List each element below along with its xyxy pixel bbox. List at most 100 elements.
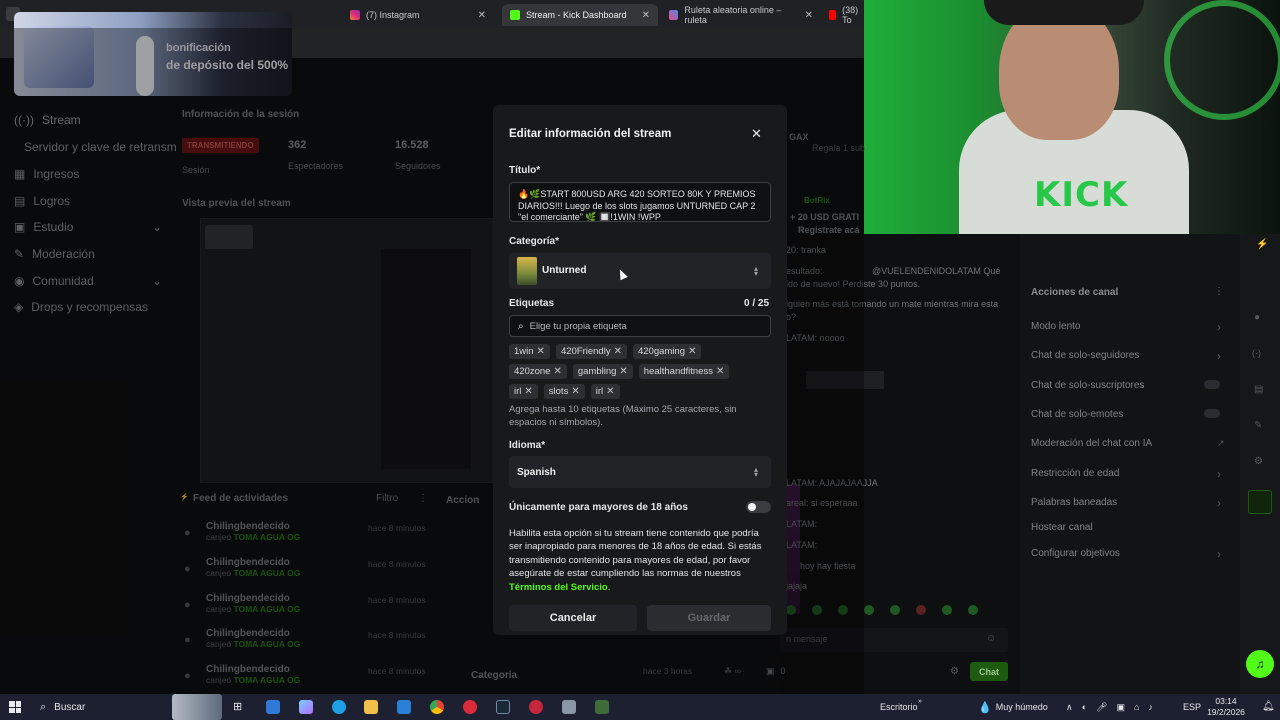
tag-label: irl bbox=[514, 386, 522, 397]
minecraft-icon[interactable] bbox=[595, 700, 609, 714]
steam-icon[interactable] bbox=[496, 700, 510, 714]
close-icon[interactable]: ✕ bbox=[478, 10, 486, 21]
store-icon[interactable] bbox=[397, 700, 411, 714]
close-icon[interactable]: ✕ bbox=[553, 366, 561, 377]
tag-chip[interactable]: 420gaming ✕ bbox=[632, 344, 702, 359]
broadcast-icon[interactable]: (·) bbox=[1252, 348, 1261, 358]
channel-action-ai-moderation[interactable]: Moderación del chat con IA bbox=[1031, 438, 1152, 449]
tab-kick-dashboard[interactable]: Stream - Kick Dashboard ✕ bbox=[502, 4, 658, 26]
calendar-icon[interactable]: ▤ bbox=[1254, 384, 1263, 395]
support-headset-icon[interactable]: ♫ bbox=[1246, 650, 1274, 678]
volume-icon: ♪ bbox=[1148, 702, 1153, 712]
emoji-icon[interactable]: ☺ bbox=[986, 633, 996, 644]
close-icon[interactable]: ✕ bbox=[751, 126, 762, 142]
close-icon[interactable]: ✕ bbox=[619, 366, 627, 377]
modal-title: Editar información del stream bbox=[509, 128, 672, 140]
close-icon[interactable]: ✕ bbox=[688, 346, 696, 357]
close-icon[interactable]: ✕ bbox=[537, 346, 545, 357]
file-explorer-icon[interactable] bbox=[364, 700, 378, 714]
copilot-icon[interactable] bbox=[299, 700, 313, 714]
instagram-icon bbox=[350, 10, 360, 20]
chat-send-button[interactable]: Chat bbox=[970, 662, 1008, 681]
chevron-updown-icon: ▴ ▾ bbox=[754, 264, 759, 278]
widgets-icon[interactable] bbox=[266, 700, 280, 714]
category-value: Unturned bbox=[542, 265, 587, 276]
chrome-icon[interactable] bbox=[430, 700, 444, 714]
weather-label: Muy húmedo bbox=[995, 702, 1048, 712]
tag-input-placeholder: Elige tu propia etiqueta bbox=[529, 320, 627, 332]
task-view-icon[interactable]: ⊞ bbox=[233, 700, 247, 714]
language-select[interactable]: Spanish ▴ ▾ bbox=[509, 456, 771, 488]
kick-shirt-logo: KICK bbox=[1034, 175, 1129, 215]
tab-ruleta[interactable]: Ruleta aleatoria online – ruleta ✕ bbox=[661, 4, 821, 26]
app-icon[interactable] bbox=[529, 700, 543, 714]
tag-chip[interactable]: irl ✕ bbox=[590, 384, 620, 399]
chevron-double-icon[interactable]: » bbox=[918, 688, 922, 714]
save-button[interactable]: Guardar bbox=[647, 605, 771, 631]
desktop-label[interactable]: Escritorio bbox=[880, 694, 918, 720]
category-select[interactable]: Unturned ▴ ▾ bbox=[509, 253, 771, 289]
grid-icon[interactable] bbox=[1248, 490, 1272, 514]
adult-only-toggle[interactable] bbox=[746, 501, 771, 513]
title-textarea[interactable]: 🔥🌿START 800USD ARG 420 SORTEO 80K Y PREM… bbox=[509, 182, 771, 222]
channel-action-banned-words[interactable]: Palabras baneadas bbox=[1031, 497, 1117, 508]
channel-action-label: Configurar objetivos bbox=[1031, 548, 1120, 559]
opera-icon[interactable] bbox=[463, 700, 477, 714]
channel-action-label: Restricción de edad bbox=[1031, 468, 1120, 479]
tags-help-text: Agrega hasta 10 etiquetas (Máximo 25 car… bbox=[509, 404, 737, 428]
wrench-icon[interactable]: ✎ bbox=[1254, 420, 1262, 431]
channel-action-emotes-only[interactable]: Chat de solo-emotes bbox=[1031, 409, 1123, 420]
tag-search-input[interactable]: ⌕ Elige tu propia etiqueta bbox=[509, 315, 771, 337]
windows-start-icon[interactable] bbox=[9, 701, 21, 713]
mic-icon: 🎤︎ bbox=[1096, 701, 1108, 712]
close-icon[interactable]: ✕ bbox=[524, 386, 532, 397]
close-icon[interactable]: ✕ bbox=[805, 10, 813, 21]
input-language[interactable]: ESP bbox=[1183, 694, 1201, 720]
channel-action-label: Modo lento bbox=[1031, 321, 1081, 332]
chat-bubble-icon[interactable]: ● bbox=[1254, 312, 1260, 323]
edge-icon[interactable] bbox=[332, 700, 346, 714]
tab-label: (7) Instagram bbox=[366, 10, 420, 20]
close-icon[interactable]: ✕ bbox=[716, 366, 724, 377]
toggle-emotes-only[interactable] bbox=[1204, 409, 1220, 418]
tag-chip[interactable]: gambling ✕ bbox=[572, 364, 633, 379]
channel-action-goals[interactable]: Configurar objetivos bbox=[1031, 548, 1120, 559]
cancel-button[interactable]: Cancelar bbox=[509, 605, 637, 631]
channel-action-age-restriction[interactable]: Restricción de edad bbox=[1031, 468, 1119, 479]
tag-chip[interactable]: healthandfitness ✕ bbox=[638, 364, 730, 379]
close-icon[interactable]: ✕ bbox=[642, 10, 650, 21]
tag-label: 1win bbox=[514, 346, 534, 357]
tab-youtube[interactable]: (38) To bbox=[821, 4, 870, 26]
channel-action-host[interactable]: Hostear canal bbox=[1031, 522, 1093, 533]
tab-instagram[interactable]: (7) Instagram ✕ bbox=[342, 4, 494, 26]
channel-action-label: Moderación del chat con IA bbox=[1031, 438, 1153, 449]
notifications-icon[interactable]: 🔔︎ bbox=[1262, 701, 1275, 712]
channel-action-label: Palabras baneadas bbox=[1031, 497, 1118, 508]
terms-link[interactable]: Términos del Servicio bbox=[509, 582, 608, 593]
chevron-updown-icon: ▴ ▾ bbox=[754, 465, 759, 479]
tag-chip[interactable]: 420Friendly ✕ bbox=[555, 344, 627, 359]
close-icon[interactable]: ✕ bbox=[571, 386, 579, 397]
toggle-subscribers-only[interactable] bbox=[1204, 380, 1220, 389]
chevron-right-icon: › bbox=[1217, 320, 1221, 334]
close-icon[interactable]: ✕ bbox=[606, 386, 614, 397]
channel-action-followers-only[interactable]: Chat de solo-seguidores bbox=[1031, 350, 1139, 361]
tag-chip[interactable]: 1win ✕ bbox=[509, 344, 550, 359]
channel-action-slow-mode[interactable]: Modo lento bbox=[1031, 321, 1080, 332]
gear-icon[interactable]: ⚙ bbox=[1254, 456, 1263, 467]
channel-action-subscribers-only[interactable]: Chat de solo-suscriptores bbox=[1031, 380, 1144, 391]
calculator-icon[interactable] bbox=[562, 700, 576, 714]
more-icon[interactable]: ⋮ bbox=[1214, 286, 1224, 297]
bolt-icon[interactable]: ⚡ bbox=[1256, 239, 1268, 250]
settings-gear-icon[interactable]: ⚙ bbox=[950, 666, 959, 677]
close-icon[interactable]: ✕ bbox=[614, 346, 622, 357]
weather-widget[interactable]: 💧 Muy húmedo bbox=[978, 694, 1048, 720]
tag-chip[interactable]: slots ✕ bbox=[543, 384, 585, 399]
clock[interactable]: 03:14 19/2/2026 bbox=[1206, 696, 1246, 718]
tag-chip[interactable]: 420zone ✕ bbox=[509, 364, 567, 379]
tag-chip[interactable]: irl ✕ bbox=[509, 384, 538, 399]
adult-desc-end: . bbox=[607, 581, 611, 593]
channel-action-label: Chat de solo-seguidores bbox=[1031, 350, 1140, 361]
taskbar-search[interactable]: ⌕ Buscar bbox=[30, 694, 172, 720]
system-tray-icons[interactable]: ∧ ◐ 🎤︎ ▣ ⌂ ♪ bbox=[1066, 694, 1153, 720]
